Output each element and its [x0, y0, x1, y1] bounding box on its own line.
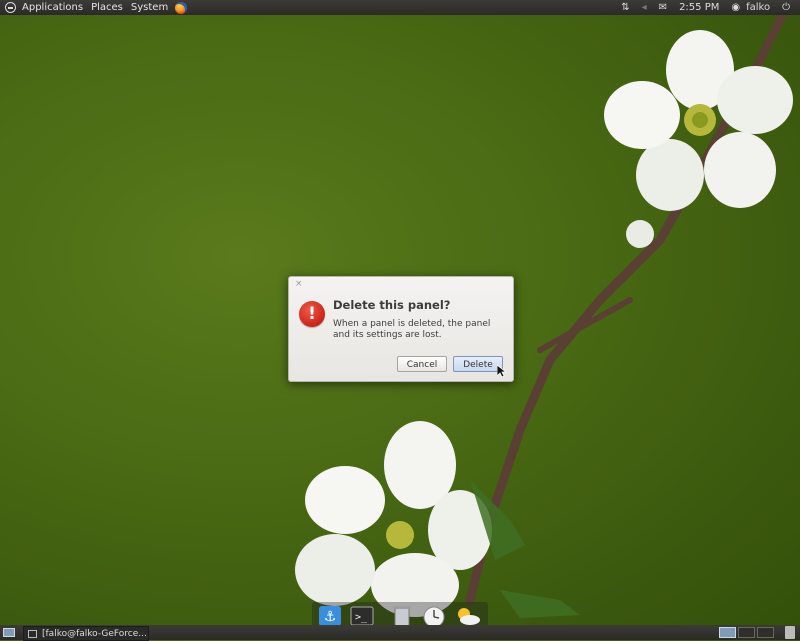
dock: ⚓ >_: [312, 602, 488, 628]
power-icon[interactable]: ⏻: [782, 2, 790, 13]
user-icon: ◉: [731, 2, 741, 13]
network-icon[interactable]: ⇅: [621, 2, 629, 13]
show-desktop-icon[interactable]: [3, 628, 15, 637]
dialog-message: When a panel is deleted, the panel and i…: [333, 319, 491, 340]
bottom-panel: [falko@falko-GeForce...: [0, 625, 800, 641]
menu-places[interactable]: Places: [87, 0, 127, 15]
menu-system[interactable]: System: [127, 0, 172, 15]
user-name[interactable]: falko: [746, 2, 770, 13]
svg-text:⚓: ⚓: [324, 609, 337, 625]
workspace-3[interactable]: [757, 627, 774, 638]
clock-icon[interactable]: [422, 605, 446, 628]
window-icon: [28, 629, 37, 638]
anchor-icon[interactable]: ⚓: [318, 605, 342, 627]
error-icon: !: [299, 301, 325, 327]
volume-icon[interactable]: ◂: [642, 2, 647, 13]
taskbar-window-title: [falko@falko-GeForce...: [42, 628, 147, 639]
top-panel: Applications Places System ⇅ ◂ ✉ 2:55 PM…: [0, 0, 800, 15]
svg-text:>_: >_: [355, 612, 368, 623]
terminal-icon[interactable]: >_: [350, 605, 374, 627]
applications-icon[interactable]: [5, 2, 16, 13]
mail-icon[interactable]: ✉: [659, 2, 667, 13]
taskbar-window-button[interactable]: [falko@falko-GeForce...: [23, 626, 149, 641]
firefox-icon[interactable]: [175, 1, 188, 14]
delete-button[interactable]: Delete: [453, 356, 503, 372]
close-icon[interactable]: ×: [295, 279, 303, 289]
mouse-cursor-icon: [497, 365, 506, 378]
weather-icon[interactable]: [454, 605, 480, 627]
menu-applications[interactable]: Applications: [18, 0, 87, 15]
clock-time[interactable]: 2:55 PM: [679, 2, 719, 13]
workspace-1[interactable]: [719, 627, 736, 638]
workspace-2[interactable]: [738, 627, 755, 638]
cancel-button[interactable]: Cancel: [397, 356, 447, 372]
dialog-title: Delete this panel?: [333, 298, 451, 312]
trash-icon[interactable]: [390, 605, 414, 627]
delete-panel-dialog: × ! Delete this panel? When a panel is d…: [288, 276, 514, 382]
trash-applet-icon[interactable]: [785, 626, 795, 639]
